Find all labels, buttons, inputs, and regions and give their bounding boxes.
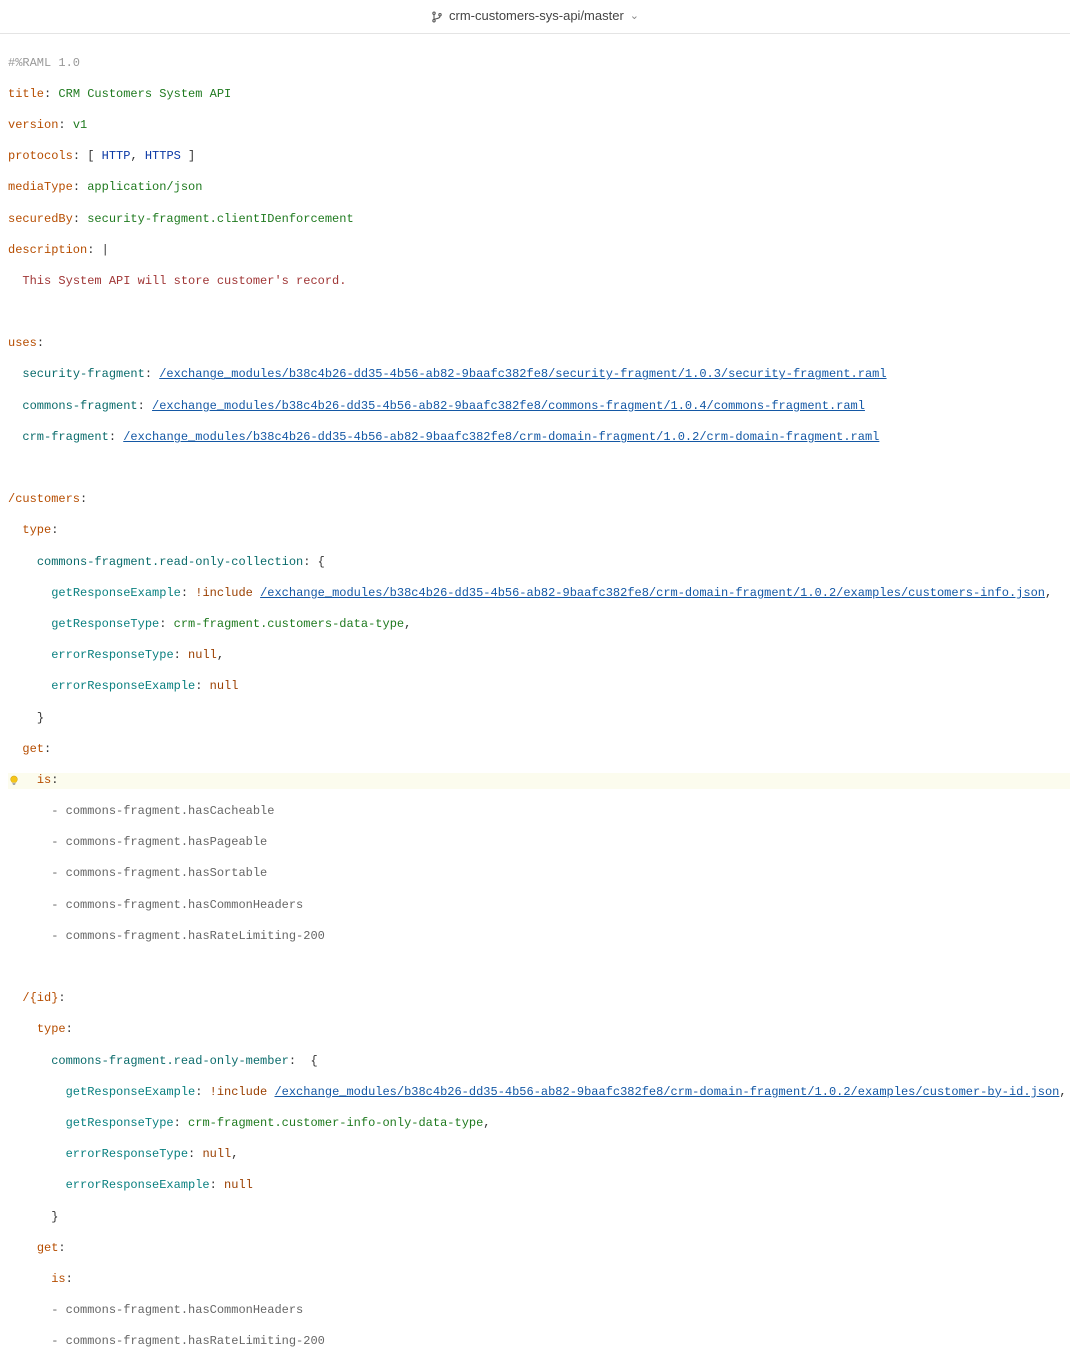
branch-selector[interactable]: crm-customers-sys-api/master ⌄ [0,0,1070,34]
protocol-https: HTTPS [145,149,181,163]
mediatype-value: application/json [87,180,202,194]
title-key: title [8,87,44,101]
cust-grt-val: crm-fragment.customers-data-type [174,617,404,631]
id-get-key: get [37,1241,59,1255]
lightbulb-icon[interactable] [8,773,20,789]
chevron-down-icon: ⌄ [630,9,639,23]
customers-get-is-key: is [37,773,51,787]
cust-trait-0: - commons-fragment.hasCacheable [51,804,274,818]
branch-icon [431,10,443,24]
include-kw: !include [195,586,253,600]
title-value: CRM Customers System API [58,87,231,101]
description-key: description [8,243,87,257]
id-gre-link[interactable]: /exchange_modules/b38c4b26-dd35-4b56-ab8… [274,1085,1059,1099]
cust-ere-key: errorResponseExample [51,679,195,693]
raml-directive: #%RAML 1.0 [8,56,80,70]
cust-gre-link[interactable]: /exchange_modules/b38c4b26-dd35-4b56-ab8… [260,586,1045,600]
id-resource: /{id} [22,991,58,1005]
cust-trait-4: - commons-fragment.hasRateLimiting-200 [51,929,325,943]
id-trait-0: - commons-fragment.hasCommonHeaders [51,1303,303,1317]
uses-key: uses [8,336,37,350]
cust-trait-2: - commons-fragment.hasSortable [51,866,267,880]
uses-commons-key: commons-fragment [22,399,137,413]
id-ert-key: errorResponseType [66,1147,188,1161]
code-editor[interactable]: #%RAML 1.0 title: CRM Customers System A… [0,34,1070,1356]
customers-coll-type: commons-fragment.read-only-collection [37,555,303,569]
id-include-kw: !include [210,1085,268,1099]
uses-security-key: security-fragment [22,367,144,381]
id-grt-key: getResponseType [66,1116,174,1130]
protocol-http: HTTP [102,149,131,163]
id-ert-val: null [202,1147,231,1161]
cust-ert-val: null [188,648,217,662]
id-gre-key: getResponseExample [66,1085,196,1099]
version-key: version [8,118,58,132]
branch-name: crm-customers-sys-api/master [449,8,624,25]
securedby-key: securedBy [8,212,73,226]
uses-crm-link[interactable]: /exchange_modules/b38c4b26-dd35-4b56-ab8… [123,430,879,444]
id-grt-val: crm-fragment.customer-info-only-data-typ… [188,1116,483,1130]
description-text: This System API will store customer's re… [22,274,346,288]
id-member-type: commons-fragment.read-only-member [51,1054,289,1068]
protocols-key: protocols [8,149,73,163]
cust-gre-key: getResponseExample [51,586,181,600]
id-ere-key: errorResponseExample [66,1178,210,1192]
version-value: v1 [73,118,87,132]
cust-ert-key: errorResponseType [51,648,173,662]
customers-resource: /customers [8,492,80,506]
uses-crm-key: crm-fragment [22,430,108,444]
id-ere-val: null [224,1178,253,1192]
customers-type-key: type [22,523,51,537]
id-type-key: type [37,1022,66,1036]
id-is-key: is [51,1272,65,1286]
id-trait-1: - commons-fragment.hasRateLimiting-200 [51,1334,325,1348]
mediatype-key: mediaType [8,180,73,194]
cust-trait-3: - commons-fragment.hasCommonHeaders [51,898,303,912]
cust-ere-val: null [210,679,239,693]
cust-grt-key: getResponseType [51,617,159,631]
securedby-value: security-fragment.clientIDenforcement [87,212,353,226]
uses-commons-link[interactable]: /exchange_modules/b38c4b26-dd35-4b56-ab8… [152,399,865,413]
customers-get-key: get [22,742,44,756]
uses-security-link[interactable]: /exchange_modules/b38c4b26-dd35-4b56-ab8… [159,367,886,381]
cust-trait-1: - commons-fragment.hasPageable [51,835,267,849]
